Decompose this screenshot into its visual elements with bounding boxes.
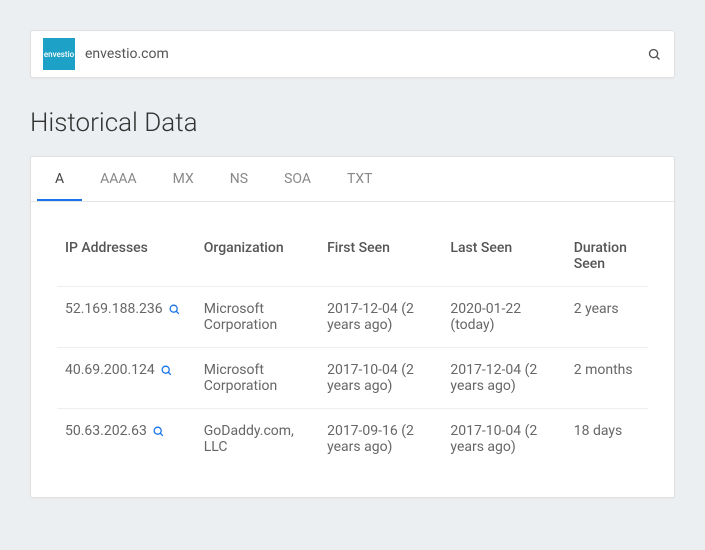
tab-aaaa[interactable]: AAAA bbox=[82, 157, 155, 201]
cell-org: Microsoft Corporation bbox=[196, 348, 319, 409]
cell-first-seen: 2017-10-04 (2 years ago) bbox=[319, 348, 442, 409]
cell-org: GoDaddy.com, LLC bbox=[196, 409, 319, 470]
ip-text: 52.169.188.236 bbox=[65, 301, 163, 317]
table-header-row: IP Addresses Organization First Seen Las… bbox=[57, 226, 648, 287]
tab-mx[interactable]: MX bbox=[155, 157, 212, 201]
cell-last-seen: 2020-01-22 (today) bbox=[442, 287, 565, 348]
records-table: IP Addresses Organization First Seen Las… bbox=[57, 226, 648, 469]
cell-org: Microsoft Corporation bbox=[196, 287, 319, 348]
cell-first-seen: 2017-09-16 (2 years ago) bbox=[319, 409, 442, 470]
cell-ip: 40.69.200.124 bbox=[57, 348, 196, 409]
tab-txt[interactable]: TXT bbox=[329, 157, 390, 201]
cell-ip: 50.63.202.63 bbox=[57, 409, 196, 470]
page-title: Historical Data bbox=[30, 108, 675, 138]
ip-text: 40.69.200.124 bbox=[65, 362, 155, 378]
search-ip-icon[interactable] bbox=[168, 303, 181, 316]
cell-first-seen: 2017-12-04 (2 years ago) bbox=[319, 287, 442, 348]
tab-a[interactable]: A bbox=[37, 157, 82, 201]
historical-data-card: A AAAA MX NS SOA TXT IP Addresses Organi… bbox=[30, 156, 675, 498]
tab-soa[interactable]: SOA bbox=[266, 157, 329, 201]
col-last-seen: Last Seen bbox=[442, 226, 565, 287]
ip-text: 50.63.202.63 bbox=[65, 423, 147, 439]
table-row: 52.169.188.236 Microsoft Corporation 201… bbox=[57, 287, 648, 348]
table-row: 50.63.202.63 GoDaddy.com, LLC 2017-09-16… bbox=[57, 409, 648, 470]
col-ip: IP Addresses bbox=[57, 226, 196, 287]
record-type-tabs: A AAAA MX NS SOA TXT bbox=[31, 157, 674, 202]
cell-ip: 52.169.188.236 bbox=[57, 287, 196, 348]
tab-ns[interactable]: NS bbox=[212, 157, 266, 201]
col-first-seen: First Seen bbox=[319, 226, 442, 287]
cell-duration: 2 months bbox=[566, 348, 648, 409]
cell-duration: 2 years bbox=[566, 287, 648, 348]
search-icon[interactable] bbox=[647, 47, 662, 62]
records-table-wrap: IP Addresses Organization First Seen Las… bbox=[31, 202, 674, 497]
table-row: 40.69.200.124 Microsoft Corporation 2017… bbox=[57, 348, 648, 409]
cell-last-seen: 2017-12-04 (2 years ago) bbox=[442, 348, 565, 409]
search-ip-icon[interactable] bbox=[160, 364, 173, 377]
cell-last-seen: 2017-10-04 (2 years ago) bbox=[442, 409, 565, 470]
search-input[interactable]: envestio.com bbox=[85, 46, 647, 62]
search-ip-icon[interactable] bbox=[152, 425, 165, 438]
search-bar[interactable]: envestio envestio.com bbox=[30, 30, 675, 78]
col-org: Organization bbox=[196, 226, 319, 287]
cell-duration: 18 days bbox=[566, 409, 648, 470]
brand-logo: envestio bbox=[43, 38, 75, 70]
col-duration: Duration Seen bbox=[566, 226, 648, 287]
